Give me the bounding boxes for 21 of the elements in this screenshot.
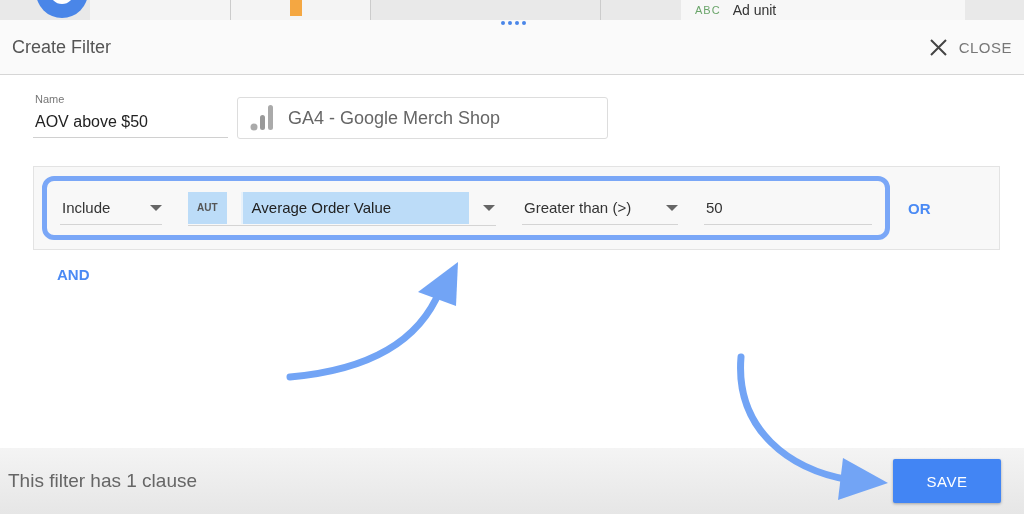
operator-dropdown[interactable]: Greater than (>) — [522, 191, 678, 225]
name-field[interactable]: Name AOV above $50 — [33, 93, 228, 138]
data-type-label: ABC — [695, 4, 721, 16]
field-label: Ad unit — [732, 2, 777, 18]
close-button[interactable]: CLOSE — [929, 38, 1012, 56]
clause-count-text: This filter has 1 clause — [8, 470, 198, 492]
caret-icon — [666, 204, 678, 211]
data-source-selector[interactable]: GA4 - Google Merch Shop — [237, 97, 608, 139]
caret-icon — [150, 204, 162, 211]
save-button[interactable]: SAVE — [893, 459, 1001, 503]
include-dropdown[interactable]: Include — [60, 191, 162, 225]
field-value: AOV above $50 — [35, 113, 149, 131]
drag-handle-icon — [501, 21, 527, 25]
value-field[interactable]: 50 — [704, 191, 872, 225]
field-label: Name — [35, 93, 66, 105]
bar-chart-icon — [250, 105, 274, 131]
caret-icon — [482, 204, 495, 211]
field-type-badge: AUT — [188, 191, 227, 224]
close-icon — [929, 38, 947, 56]
dialog-title: Create Filter — [12, 36, 113, 58]
field-dropdown[interactable]: Average Order Value — [240, 191, 469, 224]
